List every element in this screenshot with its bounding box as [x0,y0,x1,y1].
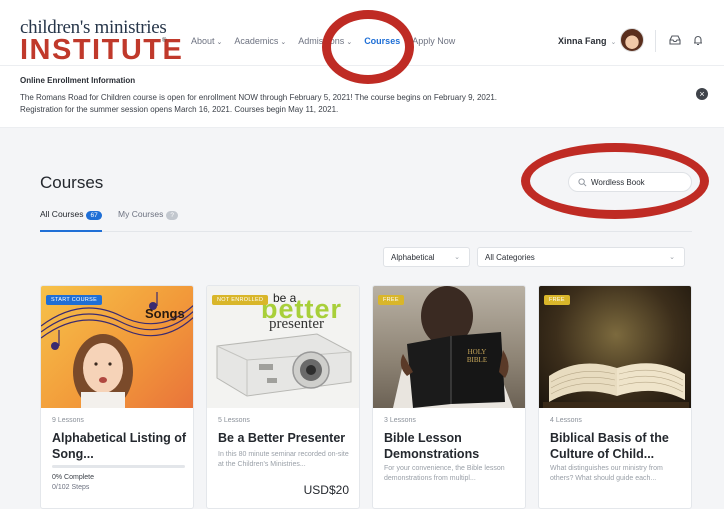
status-badge: FREE [544,295,570,305]
course-title: Biblical Basis of the Culture of Child..… [550,431,669,461]
nav-admissions[interactable]: Admissions ⌄ [298,36,352,46]
active-tab-underline [40,230,102,232]
status-badge: FREE [378,295,404,305]
course-count-badge: 67 [86,211,102,220]
course-card[interactable]: Songs START COURSE 9 Lessons Alphabetica… [40,285,194,509]
nav-apply-now[interactable]: Apply Now [412,36,455,46]
course-description: For your convenience, the Bible lesson d… [384,465,505,482]
user-menu[interactable]: Xinna Fang ⌄ [558,36,616,46]
nav-admissions-label: Admissions [298,36,345,46]
notice-line-1: The Romans Road for Children course is o… [20,93,497,102]
nav-courses-label: Courses [364,36,401,46]
inbox-icon[interactable] [668,33,682,47]
course-description: In this 80 minute seminar recorded on-si… [218,451,349,468]
chevron-down-icon: ⌄ [346,39,353,46]
nav-about-label: About [191,36,215,46]
avatar[interactable] [620,28,644,52]
site-header: children's ministries INSTITUTE ® About ⌄… [0,0,724,66]
progress-percent: 0% Complete [52,474,95,481]
course-price: USD$20 [303,483,349,497]
course-card[interactable]: HOLY BIBLE FREE 3 Lessons Bible Lesson D… [372,285,526,509]
thumbnail-caption-presenter: presenter [269,316,324,332]
tab-all-courses-label: All Courses [40,209,84,219]
lesson-count: 4 Lessons [550,417,582,424]
course-tabs: All Courses 67 My Courses? [40,206,692,232]
search-input[interactable] [591,175,687,190]
main-nav: About ⌄ Academics ⌄ Admissions ⌄ Courses Ap… [191,36,467,46]
tab-all-courses[interactable]: All Courses 67 [40,209,102,220]
chevron-down-icon: ⌄ [280,39,287,46]
nav-courses[interactable]: Courses [364,36,400,46]
tab-my-courses-label: My Courses [118,209,164,219]
my-course-count-badge: ? [166,211,178,220]
enrollment-notice: Online Enrollment Information The Romans… [0,66,724,128]
course-card[interactable]: be a better presenter NOT ENROLLED 5 Les… [206,285,360,509]
nav-academics[interactable]: Academics ⌄ [234,36,286,46]
chevron-down-icon: ⌄ [454,254,460,261]
notice-text: The Romans Road for Children course is o… [20,92,660,116]
course-card[interactable]: FREE 4 Lessons Biblical Basis of the Cul… [538,285,692,509]
lesson-count: 3 Lessons [384,417,416,424]
logo-registered-mark: ® [162,38,167,44]
lesson-count: 5 Lessons [218,417,250,424]
course-title: Alphabetical Listing of Song... [52,431,187,461]
status-badge: START COURSE [46,295,103,305]
thumbnail-caption: Songs [145,306,185,321]
chevron-down-icon: ⌄ [610,39,617,46]
bell-icon[interactable] [691,33,705,47]
course-title: Be a Better Presenter [218,431,346,445]
notice-title: Online Enrollment Information [20,76,136,85]
header-divider [655,30,656,52]
bible-cover-text: HOLY BIBLE [466,348,488,364]
nav-about[interactable]: About ⌄ [191,36,222,46]
progress-steps: 0/102 Steps [52,484,90,491]
status-badge: NOT ENROLLED [212,295,269,305]
page-title: Courses [40,173,104,192]
sort-select[interactable]: Alphabetical ⌄ [383,247,470,267]
user-name: Xinna Fang [558,36,607,46]
close-icon[interactable]: × [696,88,708,100]
chevron-down-icon: ⌄ [669,254,675,261]
chevron-down-icon: ⌄ [216,39,223,46]
sort-select-value: Alphabetical [391,253,435,262]
nav-academics-label: Academics [234,36,279,46]
lesson-count: 9 Lessons [52,417,84,424]
course-description: What distinguishes our ministry from oth… [550,465,663,482]
search-icon [578,178,587,187]
course-search[interactable] [568,172,692,192]
notice-line-2: Registration for the summer session open… [20,105,339,114]
progress-bar [52,465,185,468]
nav-apply-now-label: Apply Now [412,36,456,46]
category-select-value: All Categories [485,253,535,262]
category-select[interactable]: All Categories ⌄ [477,247,685,267]
tab-my-courses[interactable]: My Courses? [118,209,178,220]
site-logo[interactable]: children's ministries INSTITUTE [20,18,184,66]
course-title: Bible Lesson Demonstrations [384,431,480,461]
logo-bottom-text: INSTITUTE [20,34,184,66]
